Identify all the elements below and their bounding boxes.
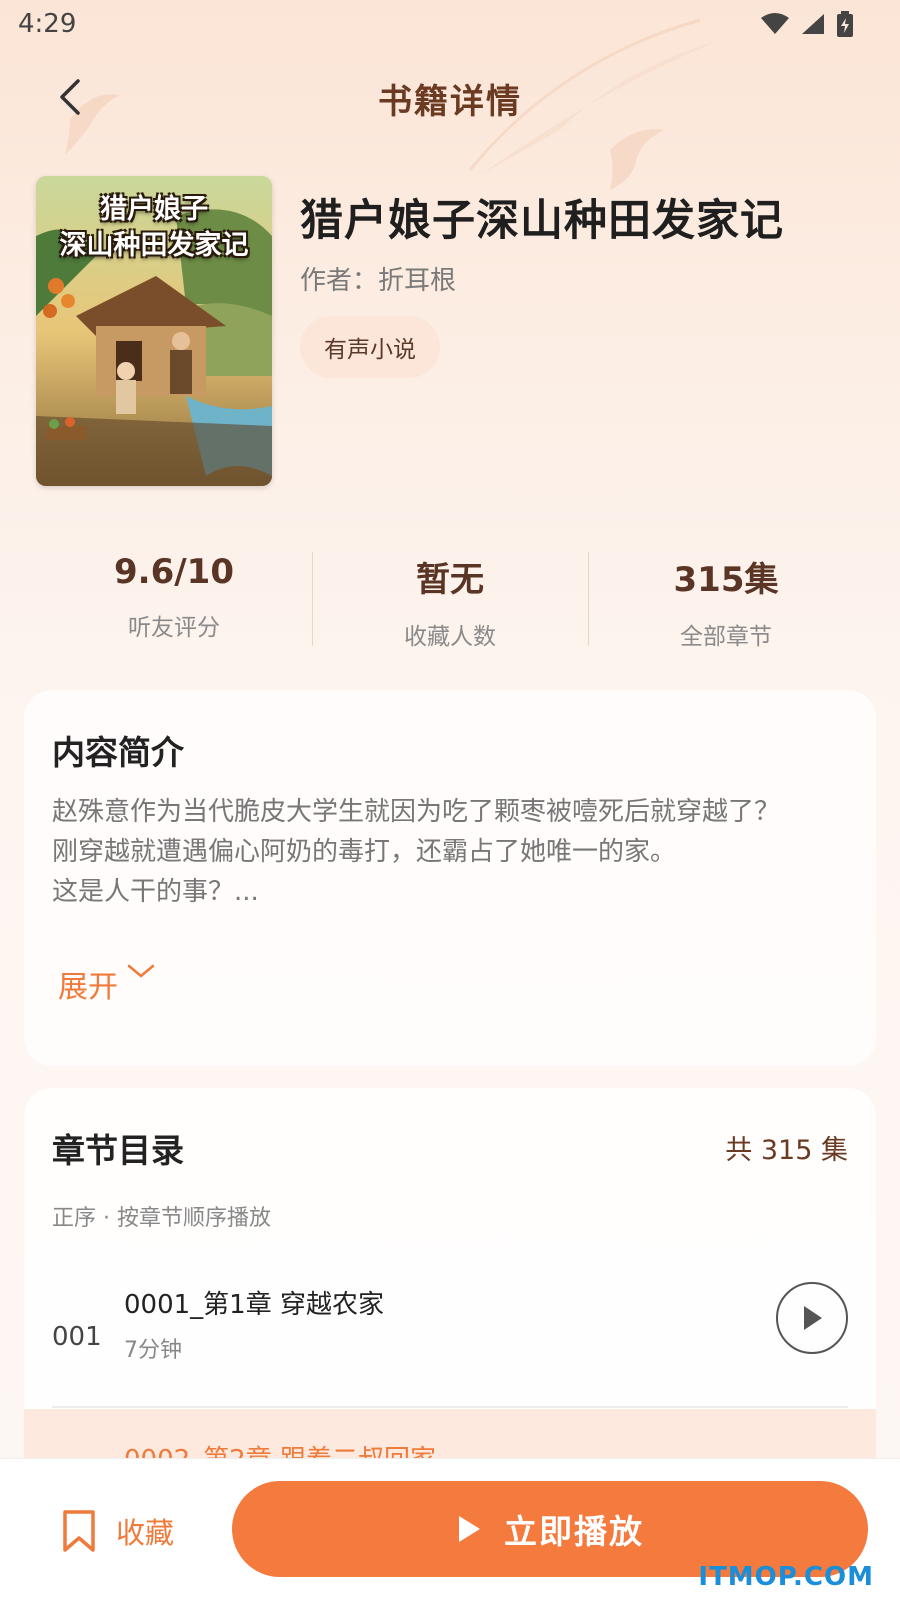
stat-chapters: 315集 全部章节 [588,548,864,650]
book-title: 猎户娘子深山种田发家记 [300,196,784,246]
intro-title: 内容简介 [52,733,184,772]
chapter-item[interactable]: 001 0001_第1章 穿越农家 7分钟 [24,1274,876,1396]
stat-label: 听友评分 [128,615,220,641]
cover-title: 猎户娘子 深山种田发家记 [36,192,272,264]
expand-button[interactable]: 展开 [58,962,156,1006]
favorite-button[interactable]: 收藏 [62,1509,174,1553]
watermark: ITMOP.COM [698,1562,874,1592]
stats-row: 9.6/10 听友评分 暂无 收藏人数 315集 全部章节 [36,548,864,650]
chapter-play-button[interactable] [776,1282,848,1354]
stat-label: 全部章节 [680,624,772,650]
chapter-count: 共 315 集 [725,1135,848,1166]
intro-card: 内容简介 赵殊意作为当代脆皮大学生就因为吃了颗枣被噎死后就穿越了？ 刚穿越就遭遇… [24,690,876,1066]
chapter-name: 0001_第1章 穿越农家 [124,1290,384,1320]
signal-icon [802,14,824,34]
stat-value: 315集 [673,560,779,600]
intro-line: 赵殊意作为当代脆皮大学生就因为吃了颗枣被噎死后就穿越了？ [52,797,781,827]
page-title: 书籍详情 [378,82,522,122]
header: 书籍详情 [0,62,900,132]
book-cover: 猎户娘子 深山种田发家记 [36,176,272,486]
chapter-card: 章节目录 共 315 集 正序 · 按章节顺序播放 001 0001_第1章 穿… [24,1088,876,1448]
divider [52,1406,848,1408]
battery-icon [837,11,853,37]
book-detail-page: 4:29 书籍详情 猎户娘子 深山种田发家记 猎户娘子深山种田发家记 作者：折耳… [0,0,900,1600]
book-author: 作者：折耳根 [300,266,457,296]
status-bar: 4:29 [0,0,900,48]
stat-label: 收藏人数 [404,624,496,650]
chapter-duration: 7分钟 [124,1338,182,1363]
favorite-label: 收藏 [116,1516,175,1550]
chapter-number: 001 [52,1322,102,1352]
intro-line: 这是人干的事？... [52,877,259,907]
play-icon [804,1306,822,1330]
chapter-order[interactable]: 正序 · 按章节顺序播放 [52,1200,271,1232]
play-icon [459,1516,480,1542]
status-icons [760,11,854,37]
chapter-section-title: 章节目录 [52,1131,184,1170]
bookmark-icon [63,1510,95,1552]
cover-title-line1: 猎户娘子 [100,194,208,225]
intro-line: 刚穿越就遭遇偏心阿奶的毒打，还霸占了她唯一的家。 [52,837,677,867]
wifi-icon [761,13,789,34]
intro-text: 赵殊意作为当代脆皮大学生就因为吃了颗枣被噎死后就穿越了？ 刚穿越就遭遇偏心阿奶的… [52,792,842,912]
status-time: 4:29 [18,9,77,39]
cover-title-line2: 深山种田发家记 [59,230,249,261]
chevron-down-icon [127,964,155,978]
stat-value: 9.6/10 [114,552,234,592]
expand-label: 展开 [58,970,118,1005]
stat-favorites: 暂无 收藏人数 [312,548,588,650]
category-tag[interactable]: 有声小说 [300,316,440,378]
stat-rating: 9.6/10 听友评分 [36,548,312,648]
stat-value: 暂无 [416,560,484,600]
play-now-label: 立即播放 [504,1512,644,1551]
